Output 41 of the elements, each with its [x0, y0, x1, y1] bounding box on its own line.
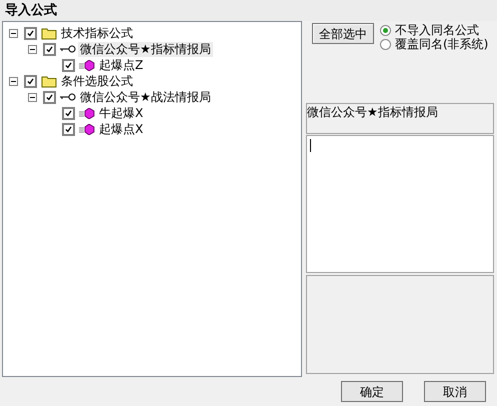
folder-icon	[41, 74, 57, 88]
tree-item[interactable]: 条件选股公式	[59, 74, 135, 88]
gem-icon	[79, 124, 95, 134]
dialog-button[interactable]: 取消	[424, 381, 486, 402]
collapse-toggle[interactable]	[9, 28, 18, 38]
gem-icon	[79, 108, 95, 118]
check-icon	[64, 124, 73, 134]
text-cursor	[310, 139, 311, 152]
checkbox[interactable]	[62, 58, 75, 72]
radio-button[interactable]	[380, 24, 391, 36]
collapse-toggle[interactable]	[28, 92, 37, 102]
key-icon	[60, 93, 76, 101]
key-icon	[60, 45, 76, 53]
dialog-button[interactable]: 确定	[341, 381, 403, 402]
window-title: 导入公式	[5, 2, 57, 20]
checkbox[interactable]	[62, 122, 75, 136]
radio-button[interactable]	[380, 38, 391, 50]
check-icon	[45, 92, 54, 102]
tree-item[interactable]: 微信公众号★指标情报局	[78, 42, 213, 56]
checkbox[interactable]	[24, 26, 37, 40]
select-all-button[interactable]: 全部选中	[312, 23, 374, 44]
checkbox[interactable]	[43, 42, 56, 56]
check-icon	[45, 44, 54, 54]
tree-item[interactable]: 起爆点X	[97, 122, 146, 136]
tree-item[interactable]: 牛起爆X	[97, 106, 146, 120]
tree-item[interactable]: 技术指标公式	[59, 26, 135, 40]
name-field[interactable]: 微信公众号★指标情报局	[306, 103, 494, 134]
checkbox[interactable]	[24, 74, 37, 88]
gem-icon	[79, 60, 95, 70]
check-icon	[26, 76, 35, 86]
check-icon	[64, 108, 73, 118]
tree-item[interactable]: 微信公众号★战法情报局	[78, 90, 213, 104]
text-area[interactable]	[306, 135, 494, 273]
folder-icon	[41, 26, 57, 40]
collapse-toggle[interactable]	[9, 76, 18, 86]
collapse-toggle[interactable]	[28, 44, 37, 54]
check-icon	[26, 28, 35, 38]
checkbox[interactable]	[43, 90, 56, 104]
check-icon	[64, 60, 73, 70]
tree-item[interactable]: 起爆点Z	[97, 58, 146, 72]
checkbox[interactable]	[62, 106, 75, 120]
